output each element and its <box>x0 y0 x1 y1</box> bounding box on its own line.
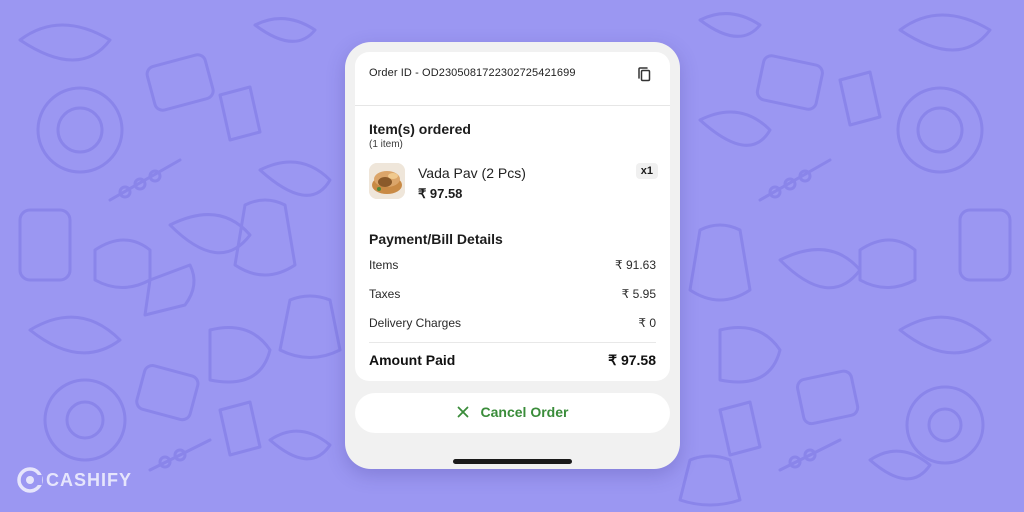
cashify-logo-icon <box>17 467 43 493</box>
brand-name: CASHIFY <box>46 470 133 490</box>
bill-row-value: ₹ 5.95 <box>621 287 656 301</box>
copy-icon[interactable] <box>634 64 656 86</box>
home-indicator <box>453 459 572 464</box>
bill-row-label: Taxes <box>369 287 401 301</box>
close-icon <box>457 406 468 418</box>
item-price: ₹ 97.58 <box>418 186 463 201</box>
bill-row-label: Items <box>369 258 399 272</box>
item-name: Vada Pav (2 Pcs) <box>418 165 526 181</box>
cancel-order-label: Cancel Order <box>480 404 569 420</box>
amount-paid-label: Amount Paid <box>369 352 456 368</box>
amount-paid-value: ₹ 97.58 <box>608 352 656 368</box>
bill-details-card: Payment/Bill Details Items ₹ 91.63 Taxes… <box>355 215 670 381</box>
cancel-order-button[interactable]: Cancel Order <box>355 393 670 433</box>
bill-divider <box>369 342 656 343</box>
vada-pav-thumbnail <box>369 163 405 199</box>
order-details-screen: Order ID - OD2305081722302725421699 Item… <box>345 42 680 469</box>
cancel-order-content: Cancel Order <box>355 404 670 420</box>
bill-section-title: Payment/Bill Details <box>369 231 503 247</box>
bill-row-label: Delivery Charges <box>369 316 462 330</box>
bill-row-value: ₹ 0 <box>638 316 656 330</box>
items-section-title: Item(s) ordered <box>369 121 471 137</box>
item-quantity-badge: x1 <box>635 163 658 179</box>
order-id-row: Order ID - OD2305081722302725421699 <box>355 52 670 106</box>
bill-row-value: ₹ 91.63 <box>615 258 656 272</box>
order-id-text: Order ID - OD2305081722302725421699 <box>369 67 576 79</box>
items-count: (1 item) <box>369 139 403 150</box>
